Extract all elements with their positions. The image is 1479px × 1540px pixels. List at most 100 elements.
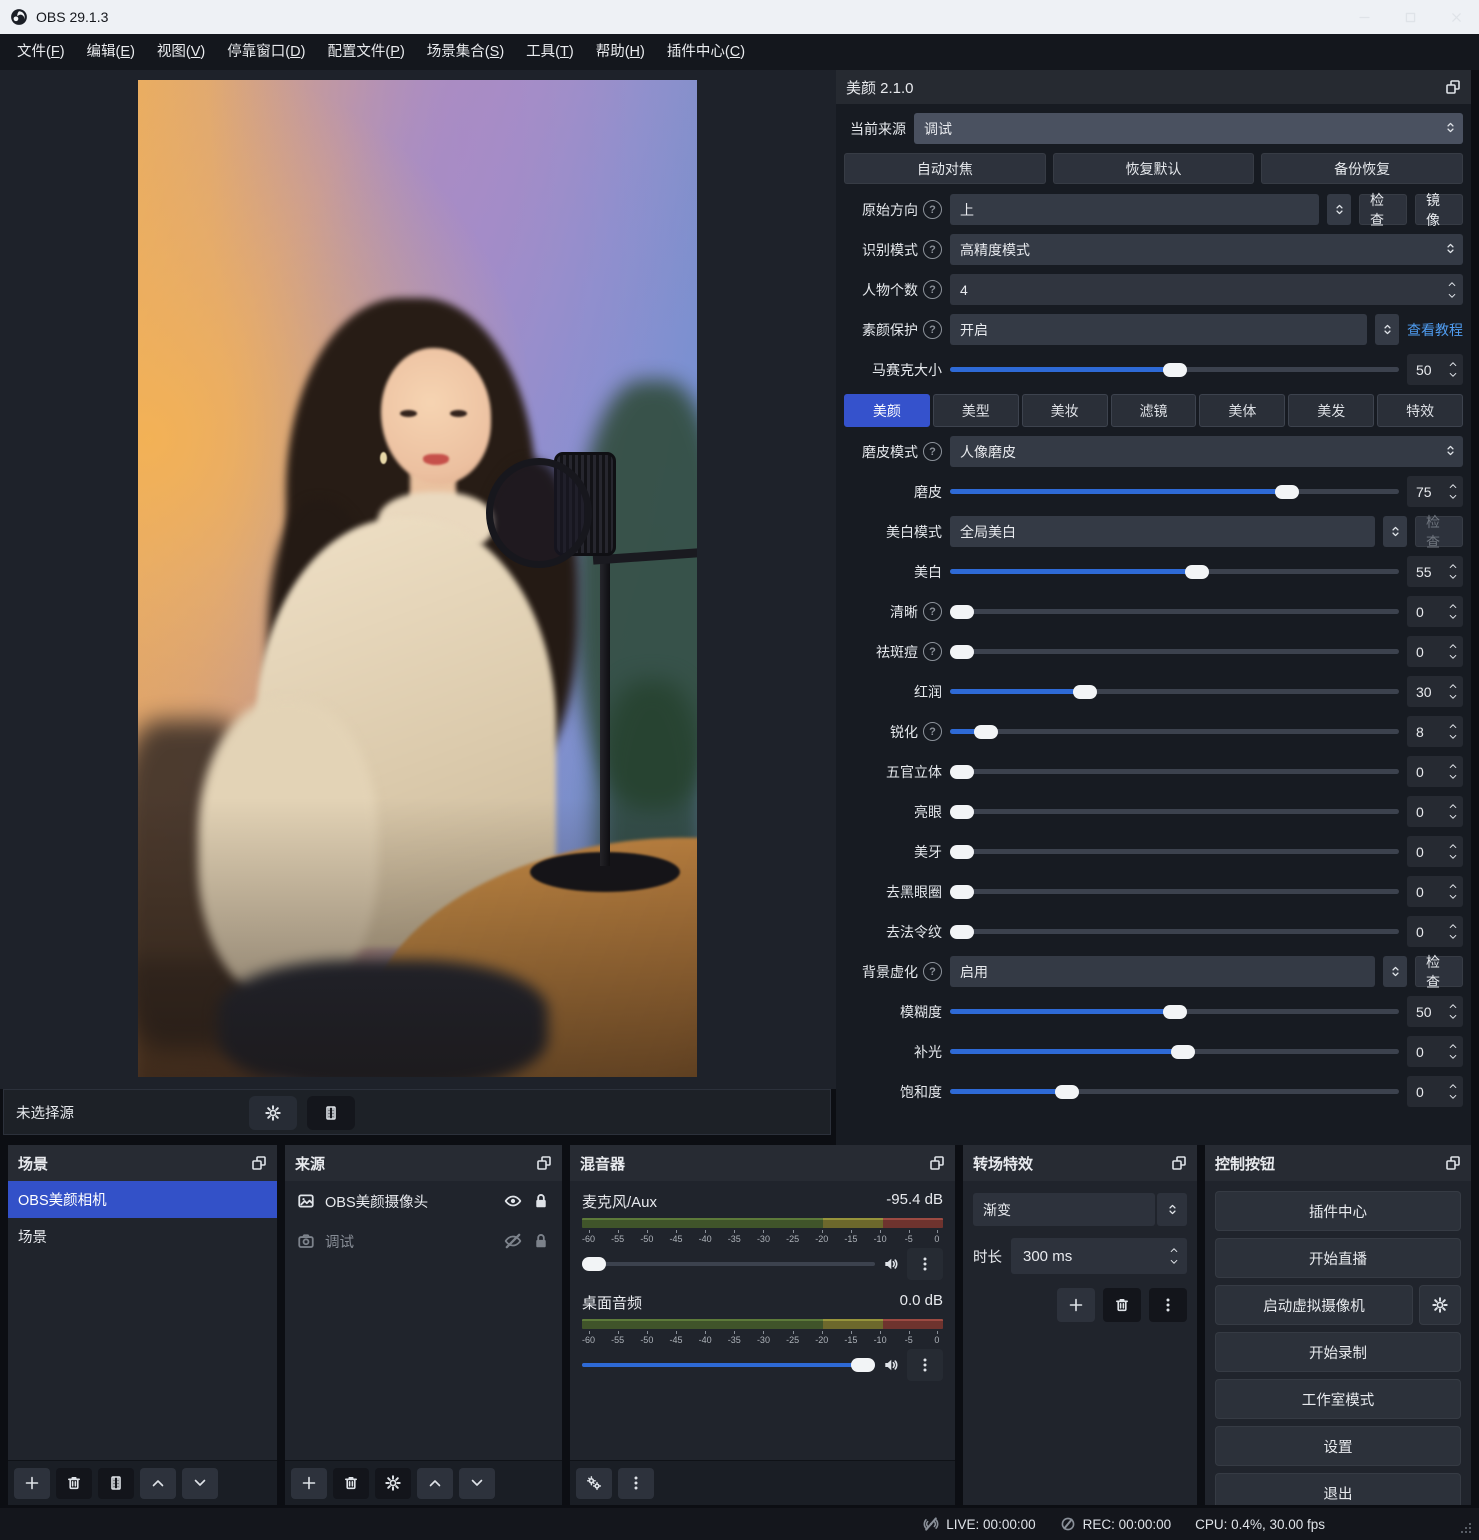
scene-item-OBS美颜相机[interactable]: OBS美颜相机 xyxy=(8,1181,277,1218)
slider-track[interactable] xyxy=(950,569,1399,574)
value-box[interactable]: 0 xyxy=(1407,796,1463,827)
slider-handle[interactable] xyxy=(950,605,974,619)
slider-handle[interactable] xyxy=(950,765,974,779)
slider-track[interactable] xyxy=(950,489,1399,494)
dropdown-人像磨皮[interactable]: 人像磨皮 xyxy=(950,436,1463,467)
maximize-button[interactable] xyxy=(1387,0,1433,34)
美牙-slider[interactable] xyxy=(950,836,1399,867)
饱和度-slider[interactable] xyxy=(950,1076,1399,1107)
slider-handle[interactable] xyxy=(950,805,974,819)
dropdown-spinner-button[interactable] xyxy=(1383,516,1407,547)
value-box[interactable]: 8 xyxy=(1407,716,1463,747)
trash-button[interactable] xyxy=(333,1468,369,1499)
slider-handle[interactable] xyxy=(950,925,974,939)
value-box[interactable]: 0 xyxy=(1407,836,1463,867)
lock-icon[interactable] xyxy=(532,1192,550,1210)
eye-icon[interactable] xyxy=(504,1192,522,1210)
dropdown-spinner-button[interactable] xyxy=(1375,314,1399,345)
value-box[interactable]: 0 xyxy=(1407,756,1463,787)
slider-track[interactable] xyxy=(950,1049,1399,1054)
美白-slider[interactable] xyxy=(950,556,1399,587)
chevron-up-button[interactable] xyxy=(417,1468,453,1499)
tab-美发[interactable]: 美发 xyxy=(1288,394,1374,427)
slider-handle[interactable] xyxy=(974,725,998,739)
清晰-slider[interactable] xyxy=(950,596,1399,627)
scene-item-场景[interactable]: 场景 xyxy=(8,1218,277,1255)
filters-button[interactable] xyxy=(98,1468,134,1499)
锐化-slider[interactable] xyxy=(950,716,1399,747)
亮眼-slider[interactable] xyxy=(950,796,1399,827)
slider-track[interactable] xyxy=(582,1262,875,1266)
plus-button[interactable] xyxy=(14,1468,50,1499)
control-button-启动虚拟摄像机[interactable]: 启动虚拟摄像机 xyxy=(1215,1285,1413,1325)
value-box[interactable]: 50 xyxy=(1407,354,1463,385)
slider-handle[interactable] xyxy=(950,885,974,899)
slider-track[interactable] xyxy=(950,889,1399,894)
value-spinner[interactable] xyxy=(1448,921,1458,942)
dropdown-spinner-button[interactable] xyxy=(1327,194,1351,225)
slider-handle[interactable] xyxy=(1163,1005,1187,1019)
value-box[interactable]: 0 xyxy=(1407,876,1463,907)
control-button-开始直播[interactable]: 开始直播 xyxy=(1215,1238,1461,1278)
control-button-插件中心[interactable]: 插件中心 xyxy=(1215,1191,1461,1231)
value-spinner[interactable] xyxy=(1448,359,1458,380)
dropdown-上[interactable]: 上 xyxy=(950,194,1319,225)
duration-spinner[interactable]: 300 ms xyxy=(1011,1238,1187,1274)
红润-slider[interactable] xyxy=(950,676,1399,707)
audio-settings-button[interactable] xyxy=(576,1468,612,1499)
speaker-icon[interactable] xyxy=(883,1256,899,1272)
action-button-备份恢复[interactable]: 备份恢复 xyxy=(1261,153,1463,184)
button-镜像[interactable]: 镜像 xyxy=(1415,194,1463,225)
control-button-退出[interactable]: 退出 xyxy=(1215,1473,1461,1505)
slider-handle[interactable] xyxy=(1275,485,1299,499)
value-box[interactable]: 75 xyxy=(1407,476,1463,507)
value-box[interactable]: 0 xyxy=(1407,596,1463,627)
speaker-icon[interactable] xyxy=(883,1357,899,1373)
value-spinner[interactable] xyxy=(1448,1041,1458,1062)
channel-menu-button[interactable] xyxy=(907,1248,943,1280)
preview-video[interactable] xyxy=(138,80,697,1077)
source-filters-button[interactable] xyxy=(307,1096,355,1130)
value-spinner[interactable] xyxy=(1448,481,1458,502)
slider-track[interactable] xyxy=(950,609,1399,614)
tab-美体[interactable]: 美体 xyxy=(1199,394,1285,427)
trash-button[interactable] xyxy=(1103,1288,1141,1322)
button-检查[interactable]: 检查 xyxy=(1359,194,1407,225)
slider-track[interactable] xyxy=(950,689,1399,694)
slider-track[interactable] xyxy=(950,929,1399,934)
menu-item-9[interactable]: 插件中心(C) xyxy=(656,34,756,70)
menu-item-3[interactable]: 视图(V) xyxy=(146,34,216,70)
tutorial-link[interactable]: 查看教程 xyxy=(1407,320,1463,340)
slider-track[interactable] xyxy=(950,1089,1399,1094)
transition-select[interactable]: 渐变 xyxy=(973,1193,1155,1226)
value-spinner[interactable] xyxy=(1448,1001,1458,1022)
dropdown-全局美白[interactable]: 全局美白 xyxy=(950,516,1375,547)
value-box[interactable]: 0 xyxy=(1407,916,1463,947)
preview-canvas[interactable] xyxy=(0,70,836,1089)
模糊度-slider[interactable] xyxy=(950,996,1399,1027)
slider-track[interactable] xyxy=(950,809,1399,814)
value-box[interactable]: 50 xyxy=(1407,996,1463,1027)
button-检查-美白模式[interactable]: 检查 xyxy=(1415,516,1463,547)
slider-track[interactable] xyxy=(950,729,1399,734)
tab-美颜[interactable]: 美颜 xyxy=(844,394,930,427)
tab-滤镜[interactable]: 滤镜 xyxy=(1111,394,1197,427)
slider-handle[interactable] xyxy=(1171,1045,1195,1059)
menu-item-6[interactable]: 场景集合(S) xyxy=(416,34,515,70)
去黑眼圈-slider[interactable] xyxy=(950,876,1399,907)
volume-slider[interactable] xyxy=(582,1355,875,1375)
slider-track[interactable] xyxy=(950,769,1399,774)
value-box[interactable]: 30 xyxy=(1407,676,1463,707)
control-button-开始录制[interactable]: 开始录制 xyxy=(1215,1332,1461,1372)
kebab-button[interactable] xyxy=(618,1468,654,1499)
lock-icon[interactable] xyxy=(532,1232,550,1250)
chevron-down-button[interactable] xyxy=(459,1468,495,1499)
mosaic-slider[interactable] xyxy=(950,354,1399,385)
value-box[interactable]: 0 xyxy=(1407,636,1463,667)
slider-handle[interactable] xyxy=(1073,685,1097,699)
value-spinner[interactable] xyxy=(1448,641,1458,662)
menu-item-5[interactable]: 配置文件(P) xyxy=(316,34,415,70)
slider-handle[interactable] xyxy=(1163,363,1187,377)
value-spinner[interactable] xyxy=(1448,561,1458,582)
chevron-down-button[interactable] xyxy=(182,1468,218,1499)
